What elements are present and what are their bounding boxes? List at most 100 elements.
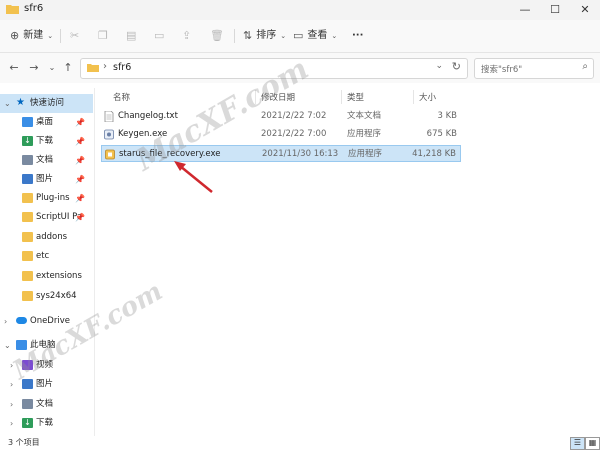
sidebar-item-pc-pictures[interactable]: › 图片 xyxy=(0,375,93,394)
cloud-icon xyxy=(16,317,27,324)
sort-button[interactable]: ⇅ 排序 ⌄ xyxy=(243,26,286,46)
view-label: 查看 xyxy=(307,30,328,41)
column-header-name[interactable]: 名称 xyxy=(113,91,130,103)
folder-icon xyxy=(22,193,33,203)
desktop-icon xyxy=(22,117,33,127)
title-bar: sfr6 — ☐ ✕ xyxy=(0,0,600,20)
sidebar-item-label: 文档 xyxy=(36,155,54,165)
cut-icon[interactable]: ✂ xyxy=(70,26,79,46)
chevron-down-icon[interactable]: ⌄ xyxy=(435,61,443,71)
search-box[interactable]: 搜索"sfr6" ⌕ xyxy=(474,58,594,79)
share-icon[interactable]: ⇪ xyxy=(182,26,191,46)
file-modified: 2021/2/22 7:02 xyxy=(261,111,327,121)
column-divider[interactable] xyxy=(341,90,342,104)
refresh-icon[interactable]: ↻ xyxy=(452,60,461,73)
sidebar-item-etc[interactable]: etc xyxy=(0,247,93,266)
annotation-arrow xyxy=(174,161,213,193)
breadcrumb-item[interactable]: sfr6 xyxy=(113,62,131,73)
document-icon xyxy=(22,155,33,165)
details-view-icon[interactable]: ☰ xyxy=(570,437,585,450)
pin-icon: 📌 xyxy=(75,213,85,222)
sidebar-item-plug-ins[interactable]: Plug-ins 📌 xyxy=(0,189,93,208)
folder-icon xyxy=(87,64,99,72)
sidebar-item-label: 下载 xyxy=(36,418,54,428)
file-type: 应用程序 xyxy=(348,149,383,159)
column-divider[interactable] xyxy=(413,90,414,104)
minimize-button[interactable]: — xyxy=(510,0,540,20)
file-size: 3 KB xyxy=(437,111,457,121)
toolbar-divider xyxy=(234,29,235,43)
copy-icon[interactable]: ❐ xyxy=(98,26,108,46)
status-bar: 3 个项目 ☰ ▦ xyxy=(0,436,600,450)
column-header-type[interactable]: 类型 xyxy=(347,91,364,103)
sidebar-item-extensions[interactable]: extensions xyxy=(0,267,93,286)
document-icon xyxy=(22,399,33,409)
search-icon[interactable]: ⌕ xyxy=(582,61,588,72)
sidebar-item-pc-documents[interactable]: › 文档 xyxy=(0,395,93,414)
view-button[interactable]: ▭ 查看 ⌄ xyxy=(293,26,337,46)
download-icon: ↓ xyxy=(22,136,33,146)
tiles-view-icon[interactable]: ▦ xyxy=(585,437,600,450)
picture-icon xyxy=(22,174,33,184)
forward-arrow-icon[interactable]: → xyxy=(26,60,42,76)
delete-icon[interactable]: 🗑 xyxy=(210,26,224,46)
chevron-down-icon: ⌄ xyxy=(280,32,287,40)
sidebar-item-label: 快速访问 xyxy=(30,98,65,108)
file-size: 41,218 KB xyxy=(412,149,456,159)
download-icon: ↓ xyxy=(22,418,33,428)
window-title: sfr6 xyxy=(24,3,44,14)
pin-icon: 📌 xyxy=(75,118,85,127)
back-arrow-icon[interactable]: ← xyxy=(6,60,22,76)
sidebar-item-label: 桌面 xyxy=(36,117,54,127)
file-name: Changelog.txt xyxy=(118,111,178,121)
sidebar-item-label: 图片 xyxy=(36,379,54,389)
rename-icon[interactable]: ▭ xyxy=(154,26,164,46)
sidebar-item-scriptui[interactable]: ScriptUI Pa 📌 xyxy=(0,208,93,227)
sidebar-item-desktop[interactable]: 桌面 📌 xyxy=(0,113,93,132)
more-options-button[interactable]: ··· xyxy=(352,26,363,46)
sidebar-item-sys24x64[interactable]: sys24x64 xyxy=(0,287,93,306)
sidebar-item-documents[interactable]: 文档 📌 xyxy=(0,151,93,170)
sidebar-item-label: etc xyxy=(36,251,50,261)
file-size: 675 KB xyxy=(426,129,457,139)
chevron-down-icon: ⌄ xyxy=(331,32,338,40)
toolbar-divider xyxy=(60,29,61,43)
file-type: 文本文档 xyxy=(347,111,382,121)
table-row[interactable]: Changelog.txt 2021/2/22 7:02 文本文档 3 KB xyxy=(101,108,461,125)
folder-icon xyxy=(6,5,19,14)
pane-divider[interactable] xyxy=(94,88,95,436)
sort-label: 排序 xyxy=(256,30,277,41)
command-bar: ⊕ 新建 ⌄ ✂ ❐ ▤ ▭ ⇪ 🗑 ⇅ 排序 ⌄ ▭ 查看 ⌄ ··· xyxy=(0,20,600,53)
sidebar-item-label: 图片 xyxy=(36,174,54,184)
sidebar-item-downloads[interactable]: ↓ 下载 📌 xyxy=(0,132,93,151)
maximize-button[interactable]: ☐ xyxy=(540,0,570,20)
breadcrumb-separator: › xyxy=(103,61,107,72)
sidebar-item-label: 下载 xyxy=(36,136,54,146)
app-icon xyxy=(105,149,115,160)
sidebar-item-pictures[interactable]: 图片 📌 xyxy=(0,170,93,189)
pin-icon: 📌 xyxy=(75,175,85,184)
new-button[interactable]: ⊕ 新建 ⌄ xyxy=(10,26,53,46)
sidebar-item-label: Plug-ins xyxy=(36,193,70,203)
file-type: 应用程序 xyxy=(347,129,382,139)
chevron-down-icon[interactable]: ⌄ xyxy=(4,94,11,113)
up-arrow-icon[interactable]: ↑ xyxy=(60,60,76,76)
new-label: 新建 xyxy=(23,30,44,41)
paste-icon[interactable]: ▤ xyxy=(126,26,136,46)
folder-icon xyxy=(22,232,33,242)
chevron-right-icon[interactable]: › xyxy=(10,395,13,414)
chevron-down-icon[interactable]: ⌄ xyxy=(4,336,11,355)
history-chevron-icon[interactable]: ⌄ xyxy=(44,60,60,76)
navigation-pane: ⌄ ★ 快速访问 桌面 📌 ↓ 下载 📌 文档 📌 图片 📌 Plug-ins … xyxy=(0,88,93,435)
sidebar-item-quick-access[interactable]: ⌄ ★ 快速访问 xyxy=(0,94,93,113)
column-header-size[interactable]: 大小 xyxy=(419,91,436,103)
plus-circle-icon: ⊕ xyxy=(10,29,20,42)
chevron-right-icon[interactable]: › xyxy=(4,312,7,331)
chevron-right-icon[interactable]: › xyxy=(10,375,13,394)
sort-icon: ⇅ xyxy=(243,29,253,42)
search-placeholder: 搜索"sfr6" xyxy=(481,65,523,75)
chevron-right-icon[interactable]: › xyxy=(10,414,13,433)
sidebar-item-pc-downloads[interactable]: › ↓ 下载 xyxy=(0,414,93,433)
close-button[interactable]: ✕ xyxy=(570,0,600,20)
sidebar-item-addons[interactable]: addons xyxy=(0,228,93,247)
